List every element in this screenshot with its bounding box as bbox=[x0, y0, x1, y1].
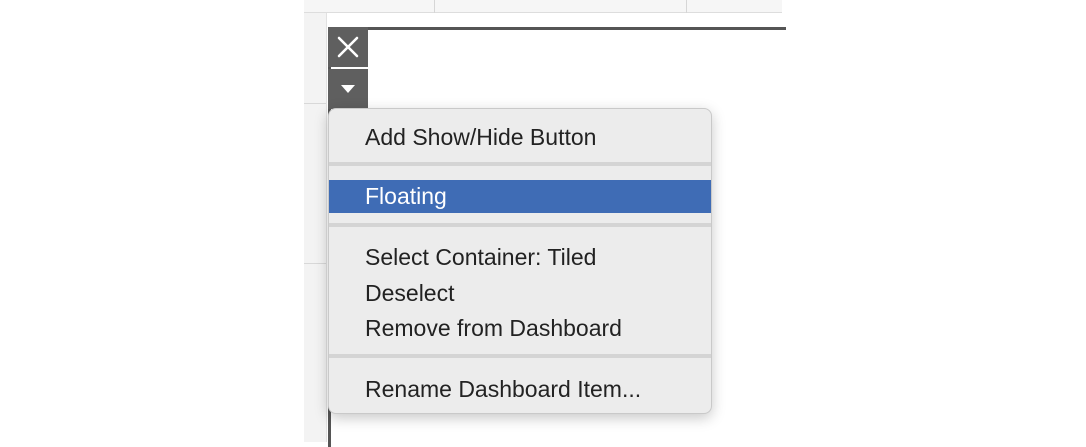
panel-divider bbox=[304, 263, 326, 264]
close-icon bbox=[337, 36, 359, 58]
caret-down-icon bbox=[341, 85, 355, 93]
menu-separator bbox=[329, 354, 711, 358]
menu-item-floating[interactable]: Floating bbox=[329, 180, 711, 213]
remove-object-button[interactable] bbox=[328, 27, 368, 67]
column-divider bbox=[434, 0, 435, 13]
menu-item-rename-dashboard-item[interactable]: Rename Dashboard Item... bbox=[329, 373, 711, 406]
context-menu: Add Show/Hide Button Floating Select Con… bbox=[328, 108, 712, 414]
menu-item-remove-from-dashboard[interactable]: Remove from Dashboard bbox=[329, 312, 711, 345]
header-strip bbox=[304, 0, 782, 13]
menu-item-deselect[interactable]: Deselect bbox=[329, 277, 711, 310]
more-options-button[interactable] bbox=[328, 69, 368, 109]
left-panel bbox=[304, 0, 327, 442]
column-divider bbox=[686, 0, 687, 13]
panel-divider bbox=[304, 103, 326, 104]
menu-item-add-show-hide-button[interactable]: Add Show/Hide Button bbox=[329, 121, 711, 154]
menu-separator bbox=[329, 223, 711, 227]
menu-item-select-container[interactable]: Select Container: Tiled bbox=[329, 241, 711, 274]
menu-separator bbox=[329, 162, 711, 166]
